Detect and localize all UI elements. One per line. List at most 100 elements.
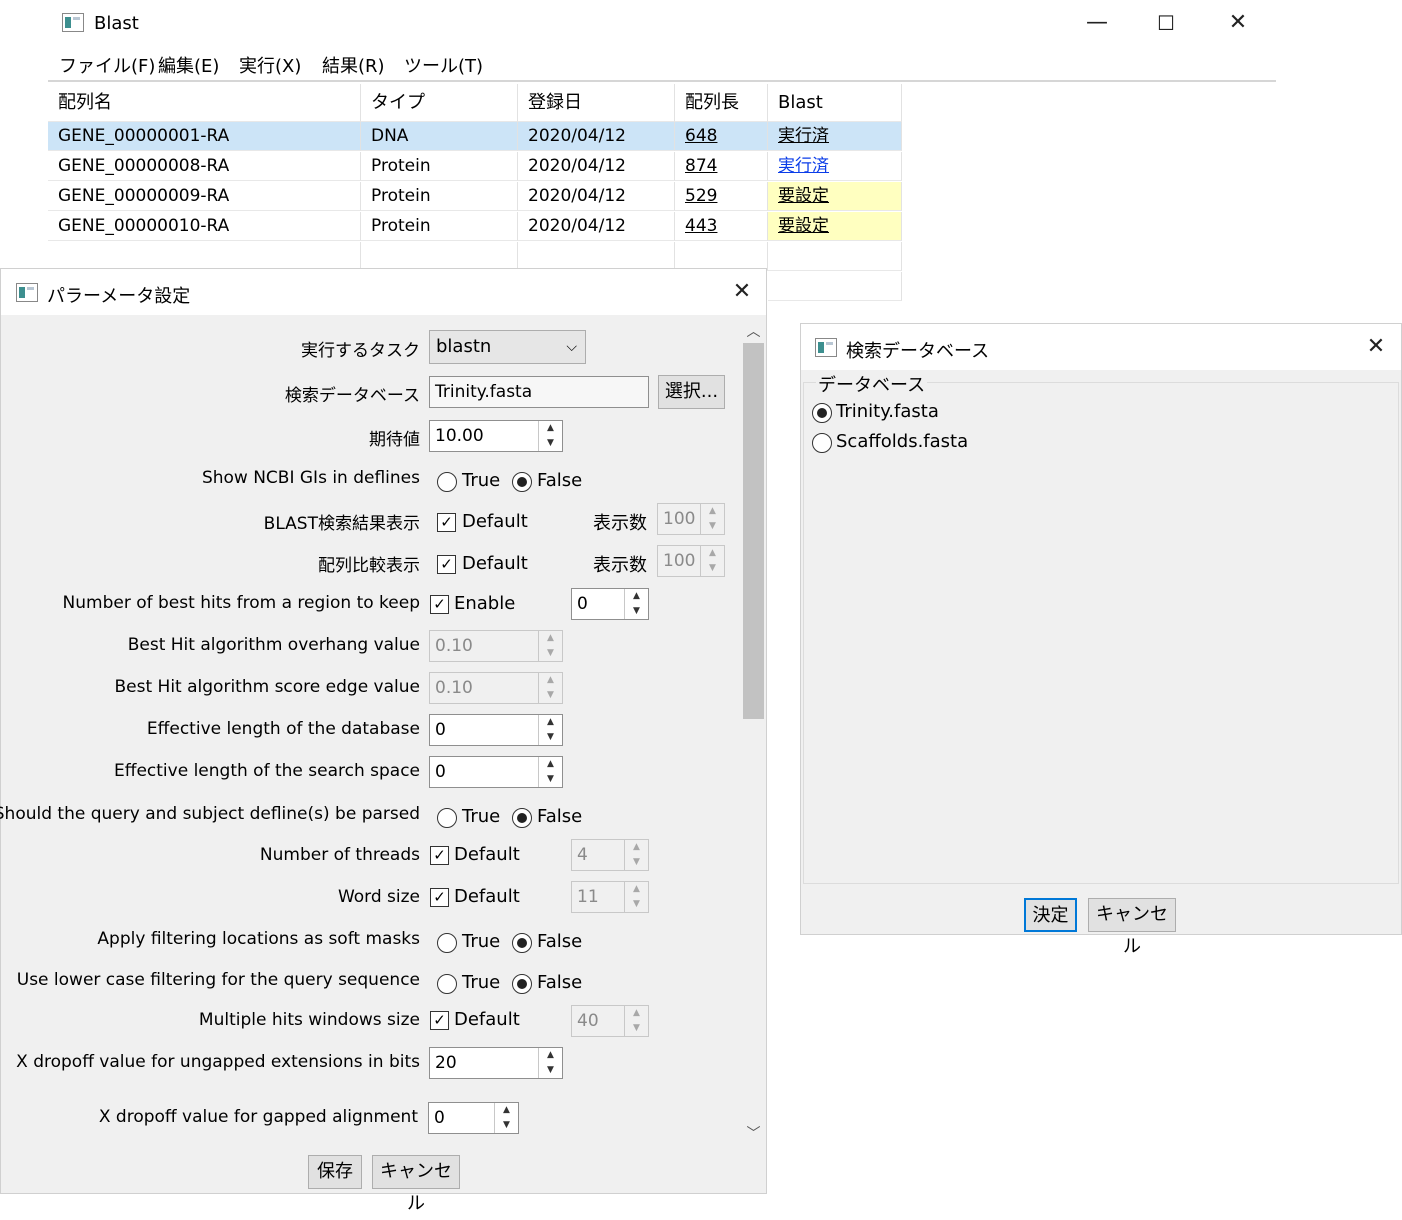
spin-up-icon[interactable]: ▲ bbox=[539, 715, 562, 730]
maximize-icon[interactable]: ☐ bbox=[1151, 8, 1181, 38]
spin-up-icon[interactable]: ▲ bbox=[701, 546, 724, 561]
word-size-default-checkbox[interactable]: ✓ bbox=[430, 888, 449, 907]
spin-down-icon[interactable]: ▼ bbox=[495, 1118, 518, 1133]
spin-down-icon[interactable]: ▼ bbox=[539, 646, 562, 661]
search-space-spin[interactable]: ▲ ▼ bbox=[538, 757, 562, 787]
evalue-stepper[interactable]: 10.00 ▲ ▼ bbox=[429, 420, 563, 452]
word-size-spin[interactable]: ▲ ▼ bbox=[624, 882, 648, 912]
db-option-radio[interactable] bbox=[812, 433, 832, 453]
spin-down-icon[interactable]: ▼ bbox=[539, 1063, 562, 1078]
blast-status-link[interactable]: 要設定 bbox=[778, 186, 829, 206]
blast-result-count-stepper[interactable]: 100 ▲ ▼ bbox=[657, 503, 725, 535]
threads-stepper[interactable]: 4 ▲ ▼ bbox=[571, 839, 649, 871]
column-header-date[interactable]: 登録日 bbox=[518, 84, 675, 122]
column-header-name[interactable]: 配列名 bbox=[48, 84, 361, 122]
threads-spin[interactable]: ▲ ▼ bbox=[624, 840, 648, 870]
param-titlebar[interactable]: パラーメータ設定 ✕ bbox=[1, 269, 766, 315]
alignment-count-stepper[interactable]: 100 ▲ ▼ bbox=[657, 545, 725, 577]
length-link[interactable]: 529 bbox=[685, 186, 717, 206]
menu-tools[interactable]: ツール(T) bbox=[404, 52, 483, 78]
close-icon[interactable]: ✕ bbox=[1361, 332, 1391, 362]
best-hits-stepper[interactable]: 0 ▲ ▼ bbox=[571, 588, 649, 620]
overhang-spin[interactable]: ▲ ▼ bbox=[538, 631, 562, 661]
length-link[interactable]: 443 bbox=[685, 216, 717, 236]
spin-down-icon[interactable]: ▼ bbox=[625, 897, 648, 912]
window-size-stepper[interactable]: 40 ▲ ▼ bbox=[571, 1005, 649, 1037]
spin-up-icon[interactable]: ▲ bbox=[539, 1048, 562, 1063]
best-hits-spin[interactable]: ▲ ▼ bbox=[624, 589, 648, 619]
evalue-spin[interactable]: ▲ ▼ bbox=[538, 421, 562, 451]
db-length-stepper[interactable]: 0 ▲ ▼ bbox=[429, 714, 563, 746]
minimize-icon[interactable]: — bbox=[1082, 8, 1112, 38]
db-titlebar[interactable]: 検索データベース ✕ bbox=[801, 324, 1401, 370]
table-row[interactable]: GENE_00000001-RA DNA 2020/04/12 648 実行済 bbox=[48, 122, 1276, 152]
window-size-spin[interactable]: ▲ ▼ bbox=[624, 1006, 648, 1036]
spin-down-icon[interactable]: ▼ bbox=[701, 519, 724, 534]
spin-down-icon[interactable]: ▼ bbox=[625, 1021, 648, 1036]
menu-file[interactable]: ファイル(F) bbox=[59, 52, 155, 78]
count-spin[interactable]: ▲ ▼ bbox=[700, 546, 724, 576]
spin-up-icon[interactable]: ▲ bbox=[625, 840, 648, 855]
xdrop-ungap-spin[interactable]: ▲ ▼ bbox=[538, 1048, 562, 1078]
menu-results[interactable]: 結果(R) bbox=[322, 52, 385, 78]
parse-false-radio[interactable] bbox=[512, 808, 532, 828]
count-spin[interactable]: ▲ ▼ bbox=[700, 504, 724, 534]
alignment-default-checkbox[interactable]: ✓ bbox=[437, 555, 456, 574]
close-icon[interactable]: ✕ bbox=[1223, 8, 1253, 38]
scroll-up-icon[interactable]: ︿ bbox=[741, 321, 766, 341]
spin-up-icon[interactable]: ▲ bbox=[625, 1006, 648, 1021]
blast-status-link[interactable]: 要設定 bbox=[778, 216, 829, 236]
scroll-down-icon[interactable]: ﹀ bbox=[741, 1123, 766, 1143]
blast-status-link[interactable]: 実行済 bbox=[778, 156, 829, 176]
spin-up-icon[interactable]: ▲ bbox=[539, 421, 562, 436]
spin-up-icon[interactable]: ▲ bbox=[625, 882, 648, 897]
database-field[interactable]: Trinity.fasta bbox=[429, 376, 649, 408]
spin-down-icon[interactable]: ▼ bbox=[539, 688, 562, 703]
menu-edit[interactable]: 編集(E) bbox=[158, 52, 219, 78]
spin-up-icon[interactable]: ▲ bbox=[539, 631, 562, 646]
blast-status-link[interactable]: 実行済 bbox=[778, 126, 829, 146]
xdrop-gap-spin[interactable]: ▲ ▼ bbox=[494, 1103, 518, 1133]
db-cancel-button[interactable]: キャンセル bbox=[1088, 898, 1176, 957]
main-titlebar[interactable]: Blast — ☐ ✕ bbox=[48, 0, 1276, 46]
save-button[interactable]: 保存 bbox=[308, 1155, 362, 1189]
score-edge-spin[interactable]: ▲ ▼ bbox=[538, 673, 562, 703]
db-length-spin[interactable]: ▲ ▼ bbox=[538, 715, 562, 745]
lower-case-true-radio[interactable] bbox=[437, 974, 457, 994]
spin-down-icon[interactable]: ▼ bbox=[539, 730, 562, 745]
column-header-type[interactable]: タイプ bbox=[361, 84, 518, 122]
soft-mask-false-radio[interactable] bbox=[512, 933, 532, 953]
table-row[interactable]: GENE_00000008-RA Protein 2020/04/12 874 … bbox=[48, 152, 1276, 182]
length-link[interactable]: 874 bbox=[685, 156, 717, 176]
db-option-radio[interactable] bbox=[812, 403, 832, 423]
xdrop-gap-stepper[interactable]: 0 ▲ ▼ bbox=[428, 1102, 519, 1134]
scrollbar-thumb[interactable] bbox=[743, 343, 764, 719]
ok-button[interactable]: 決定 bbox=[1024, 898, 1077, 932]
xdrop-ungap-stepper[interactable]: 20 ▲ ▼ bbox=[429, 1047, 563, 1079]
show-gi-false-radio[interactable] bbox=[512, 472, 532, 492]
column-header-blast[interactable]: Blast bbox=[768, 84, 902, 122]
spin-down-icon[interactable]: ▼ bbox=[625, 604, 648, 619]
spin-up-icon[interactable]: ▲ bbox=[539, 673, 562, 688]
spin-down-icon[interactable]: ▼ bbox=[539, 436, 562, 451]
lower-case-false-radio[interactable] bbox=[512, 974, 532, 994]
close-icon[interactable]: ✕ bbox=[727, 277, 757, 307]
table-row[interactable]: GENE_00000009-RA Protein 2020/04/12 529 … bbox=[48, 182, 1276, 212]
task-select[interactable]: blastn ⌵ bbox=[429, 330, 586, 364]
spin-up-icon[interactable]: ▲ bbox=[701, 504, 724, 519]
soft-mask-true-radio[interactable] bbox=[437, 933, 457, 953]
spin-down-icon[interactable]: ▼ bbox=[701, 561, 724, 576]
table-row[interactable]: GENE_00000010-RA Protein 2020/04/12 443 … bbox=[48, 212, 1276, 242]
parse-true-radio[interactable] bbox=[437, 808, 457, 828]
spin-up-icon[interactable]: ▲ bbox=[495, 1103, 518, 1118]
cancel-button[interactable]: キャンセル bbox=[372, 1155, 460, 1214]
select-database-button[interactable]: 選択... bbox=[658, 375, 725, 409]
best-hits-enable-checkbox[interactable]: ✓ bbox=[430, 595, 449, 614]
column-header-length[interactable]: 配列長 bbox=[675, 84, 768, 122]
spin-down-icon[interactable]: ▼ bbox=[625, 855, 648, 870]
blast-result-default-checkbox[interactable]: ✓ bbox=[437, 513, 456, 532]
overhang-stepper[interactable]: 0.10 ▲ ▼ bbox=[429, 630, 563, 662]
score-edge-stepper[interactable]: 0.10 ▲ ▼ bbox=[429, 672, 563, 704]
window-size-default-checkbox[interactable]: ✓ bbox=[430, 1011, 449, 1030]
spin-up-icon[interactable]: ▲ bbox=[539, 757, 562, 772]
